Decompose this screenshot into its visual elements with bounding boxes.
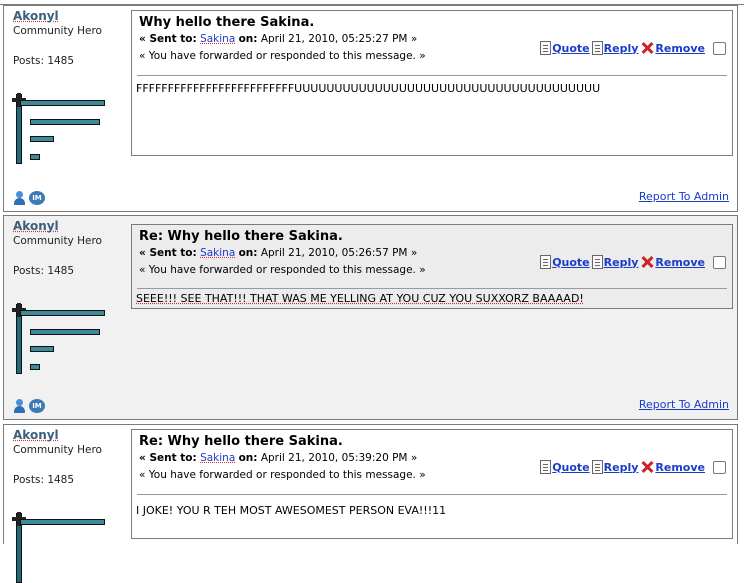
author-post-count: Posts: 1485: [13, 474, 75, 486]
rank-stars-image: [10, 93, 105, 164]
message-actions: Quote Reply Remove: [540, 460, 726, 474]
quote-button[interactable]: Quote: [540, 460, 590, 474]
message-subject: Re: Why hello there Sakina.: [139, 434, 343, 449]
sent-to-label: « Sent to:: [139, 33, 197, 45]
report-to-admin-link[interactable]: Report To Admin: [639, 190, 729, 203]
remove-button[interactable]: Remove: [640, 460, 705, 474]
sent-to-line: « Sent to: Sakina on: April 21, 2010, 05…: [139, 247, 417, 259]
remove-label: Remove: [655, 41, 705, 55]
author-rank: Community Hero: [13, 444, 102, 456]
message-date: April 21, 2010, 05:39:20 PM »: [260, 452, 418, 464]
author-rank: Community Hero: [13, 25, 102, 37]
author-panel: Akonyl Community Hero Posts: 1485: [13, 428, 128, 486]
author-name-link[interactable]: Akonyl: [13, 428, 128, 442]
on-label: on:: [238, 452, 258, 464]
author-panel: Akonyl Community Hero Posts: 1485: [13, 219, 128, 277]
quote-label: Quote: [552, 460, 590, 474]
remove-label: Remove: [655, 460, 705, 474]
select-checkbox[interactable]: [713, 460, 726, 474]
reply-button[interactable]: Reply: [591, 255, 639, 269]
forward-note: « You have forwarded or responded to thi…: [139, 469, 426, 481]
reply-label: Reply: [603, 41, 639, 55]
select-checkbox[interactable]: [713, 41, 726, 55]
remove-icon: [640, 460, 654, 474]
message-subject: Why hello there Sakina.: [139, 15, 315, 30]
divider: [137, 494, 727, 495]
author-post-count: Posts: 1485: [13, 55, 75, 67]
quote-label: Quote: [552, 41, 590, 55]
reply-button[interactable]: Reply: [591, 41, 639, 55]
author-icons: IM: [13, 191, 45, 205]
divider: [137, 288, 727, 289]
reply-button[interactable]: Reply: [591, 460, 639, 474]
reply-label: Reply: [603, 255, 639, 269]
author-icons: IM: [13, 399, 45, 413]
message-post: Akonyl Community Hero Posts: 1485 Re: Wh…: [3, 424, 738, 583]
message-actions: Quote Reply Remove: [540, 41, 726, 55]
remove-label: Remove: [655, 255, 705, 269]
forward-note: « You have forwarded or responded to thi…: [139, 264, 426, 276]
quote-label: Quote: [552, 255, 590, 269]
quote-icon: [540, 41, 552, 55]
reply-icon: [591, 460, 603, 474]
message-body-box: Why hello there Sakina. « Sent to: Sakin…: [131, 10, 733, 156]
forward-note: « You have forwarded or responded to thi…: [139, 50, 426, 62]
author-panel: Akonyl Community Hero Posts: 1485: [13, 9, 128, 67]
quote-icon: [540, 460, 552, 474]
remove-icon: [640, 255, 654, 269]
im-icon[interactable]: IM: [29, 399, 45, 413]
profile-icon[interactable]: [13, 191, 26, 205]
sent-to-label: « Sent to:: [139, 452, 197, 464]
quote-button[interactable]: Quote: [540, 41, 590, 55]
message-text: I JOKE! YOU R TEH MOST AWESOMEST PERSON …: [136, 504, 447, 517]
quote-icon: [540, 255, 552, 269]
message-actions: Quote Reply Remove: [540, 255, 726, 269]
sent-to-line: « Sent to: Sakina on: April 21, 2010, 05…: [139, 33, 417, 45]
message-post: Akonyl Community Hero Posts: 1485 IM Rep…: [3, 215, 738, 420]
message-date: April 21, 2010, 05:26:57 PM »: [260, 247, 418, 259]
rank-stars-image: [10, 303, 105, 374]
select-checkbox[interactable]: [713, 255, 726, 269]
recipient-link[interactable]: Sakina: [200, 247, 235, 259]
rank-stars-image: [10, 512, 105, 583]
message-body-box: Re: Why hello there Sakina. « Sent to: S…: [131, 429, 733, 539]
message-post: Akonyl Community Hero Posts: 1485 IM Rep…: [3, 5, 738, 212]
quote-button[interactable]: Quote: [540, 255, 590, 269]
on-label: on:: [238, 33, 258, 45]
message-text: FFFFFFFFFFFFFFFFFFFFFFFFFUUUUUUUUUUUUUUU…: [136, 82, 601, 95]
message-body-box: Re: Why hello there Sakina. « Sent to: S…: [131, 224, 733, 309]
author-rank: Community Hero: [13, 235, 102, 247]
message-subject: Re: Why hello there Sakina.: [139, 229, 343, 244]
message-text: SEEE!!! SEE THAT!!! THAT WAS ME YELLING …: [136, 292, 584, 305]
author-post-count: Posts: 1485: [13, 265, 75, 277]
divider: [137, 75, 727, 76]
author-name-link[interactable]: Akonyl: [13, 219, 128, 233]
remove-icon: [640, 41, 654, 55]
im-icon[interactable]: IM: [29, 191, 45, 205]
on-label: on:: [238, 247, 258, 259]
message-date: April 21, 2010, 05:25:27 PM »: [260, 33, 418, 45]
reply-label: Reply: [603, 460, 639, 474]
author-name-link[interactable]: Akonyl: [13, 9, 128, 23]
recipient-link[interactable]: Sakina: [200, 33, 235, 45]
sent-to-label: « Sent to:: [139, 247, 197, 259]
report-to-admin-link[interactable]: Report To Admin: [639, 398, 729, 411]
profile-icon[interactable]: [13, 399, 26, 413]
sent-to-line: « Sent to: Sakina on: April 21, 2010, 05…: [139, 452, 417, 464]
remove-button[interactable]: Remove: [640, 255, 705, 269]
reply-icon: [591, 255, 603, 269]
reply-icon: [591, 41, 603, 55]
recipient-link[interactable]: Sakina: [200, 452, 235, 464]
remove-button[interactable]: Remove: [640, 41, 705, 55]
